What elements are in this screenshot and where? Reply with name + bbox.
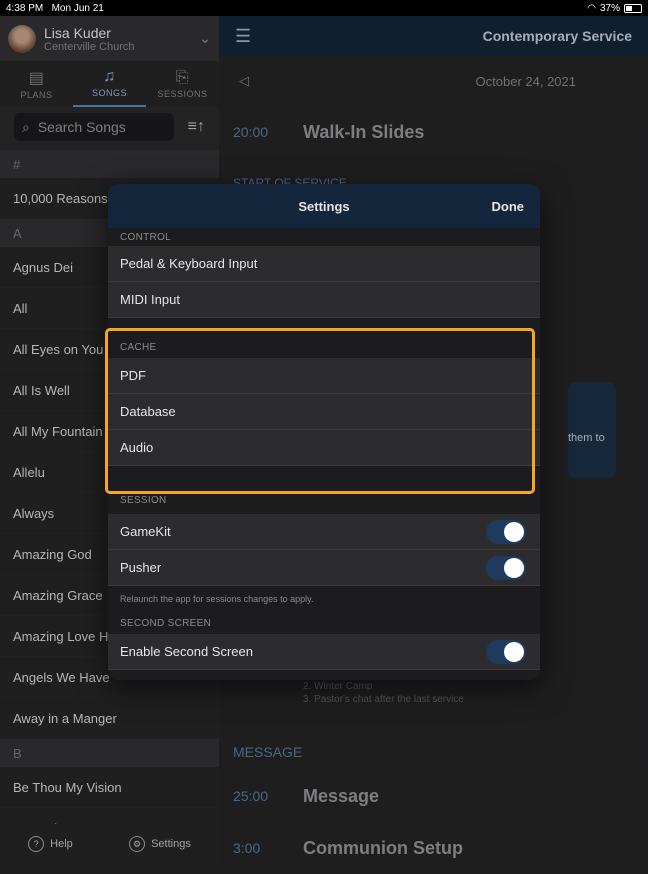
session-note: Relaunch the app for sessions changes to… bbox=[120, 594, 314, 604]
wifi-icon: ◠ bbox=[587, 2, 596, 14]
row-label: Pedal & Keyboard Input bbox=[120, 256, 258, 271]
modal-title: Settings bbox=[298, 198, 350, 214]
modal-header: Settings Done bbox=[108, 184, 540, 228]
status-time: 4:38 PM bbox=[6, 2, 44, 14]
status-date: Mon Jun 21 bbox=[51, 2, 104, 14]
row-label: Pusher bbox=[120, 560, 162, 575]
pusher-row: Pusher bbox=[108, 550, 540, 586]
row-label: Database bbox=[120, 404, 176, 419]
gamekit-toggle[interactable] bbox=[486, 519, 526, 544]
settings-list: CONTROL Pedal & Keyboard Input MIDI Inpu… bbox=[108, 228, 540, 680]
row-label: MIDI Input bbox=[120, 292, 180, 307]
gamekit-row: GameKit bbox=[108, 514, 540, 550]
group-label: CACHE bbox=[120, 341, 157, 353]
battery-icon bbox=[624, 3, 642, 13]
group-label: CONTROL bbox=[120, 231, 171, 243]
done-button[interactable]: Done bbox=[492, 199, 525, 214]
settings-modal: Settings Done CONTROL Pedal & Keyboard I… bbox=[108, 184, 540, 680]
row-label: PDF bbox=[120, 368, 146, 383]
group-label: SESSION bbox=[120, 494, 167, 506]
group-label: SECOND SCREEN bbox=[120, 617, 212, 629]
midi-input-row[interactable]: MIDI Input bbox=[108, 282, 540, 318]
status-bar: 4:38 PM Mon Jun 21 ◠ 37% bbox=[0, 0, 648, 16]
second-screen-toggle[interactable] bbox=[486, 639, 526, 664]
cache-pdf-row[interactable]: PDF bbox=[108, 358, 540, 394]
row-label: Audio bbox=[120, 440, 154, 455]
pedal-keyboard-row[interactable]: Pedal & Keyboard Input bbox=[108, 246, 540, 282]
row-label: Enable Second Screen bbox=[120, 644, 253, 659]
row-label: GameKit bbox=[120, 524, 171, 539]
battery-percent: 37% bbox=[599, 2, 620, 14]
cache-audio-row[interactable]: Audio bbox=[108, 430, 540, 466]
pusher-toggle[interactable] bbox=[486, 555, 526, 580]
cache-database-row[interactable]: Database bbox=[108, 394, 540, 430]
second-screen-row: Enable Second Screen bbox=[108, 634, 540, 670]
